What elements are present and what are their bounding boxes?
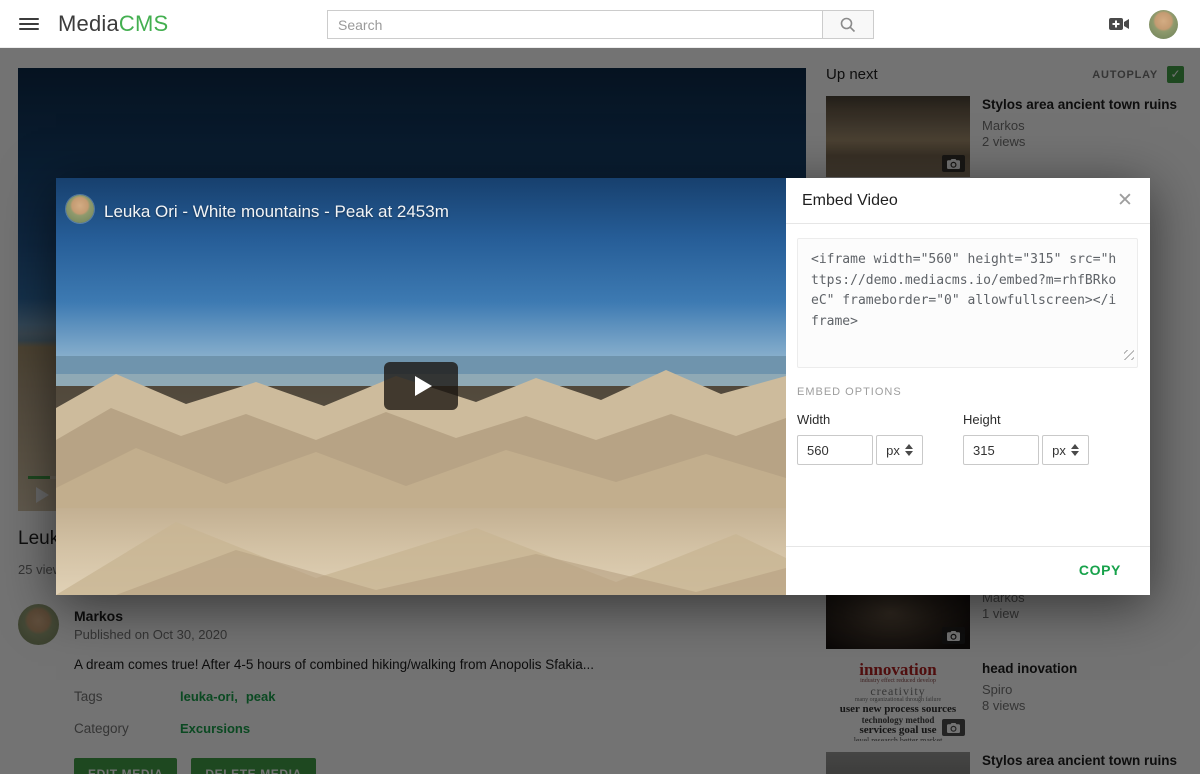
top-navbar: MediaCMS <box>0 0 1200 48</box>
width-input[interactable] <box>797 435 873 465</box>
width-unit-value: px <box>886 443 900 458</box>
modal-body: <iframe width="560" height="315" src="ht… <box>786 224 1150 465</box>
preview-video-title: Leuka Ori - White mountains - Peak at 24… <box>104 202 449 222</box>
logo[interactable]: MediaCMS <box>58 11 168 37</box>
logo-cms: CMS <box>119 11 169 36</box>
menu-icon[interactable] <box>19 15 39 33</box>
embed-video-preview[interactable]: Leuka Ori - White mountains - Peak at 24… <box>56 178 786 595</box>
width-field: Width px <box>797 400 952 465</box>
logo-media: Media <box>58 11 119 36</box>
play-icon <box>415 376 432 396</box>
height-unit-select[interactable]: px <box>1042 435 1089 465</box>
embed-code-textarea[interactable]: <iframe width="560" height="315" src="ht… <box>797 238 1138 368</box>
close-icon[interactable]: ✕ <box>1113 189 1137 213</box>
preview-uploader-avatar <box>66 195 94 223</box>
height-field: Height px <box>963 400 1118 465</box>
modal-title: Embed Video <box>802 192 898 210</box>
user-avatar[interactable] <box>1149 10 1178 39</box>
height-input[interactable] <box>963 435 1039 465</box>
search-bar <box>327 10 874 39</box>
width-unit-select[interactable]: px <box>876 435 923 465</box>
embed-video-modal: Embed Video ✕ <iframe width="560" height… <box>786 178 1150 595</box>
height-unit-value: px <box>1052 443 1066 458</box>
search-icon <box>839 16 857 34</box>
spinner-arrows-icon <box>905 444 913 456</box>
copy-button[interactable]: COPY <box>1079 562 1121 578</box>
search-button[interactable] <box>822 10 874 39</box>
spinner-arrows-icon <box>1071 444 1079 456</box>
embed-options-label: EMBED OPTIONS <box>797 386 1138 398</box>
search-input[interactable] <box>327 10 822 39</box>
add-media-icon[interactable] <box>1108 14 1130 34</box>
embed-options-fields: Width px Height px <box>797 400 1138 465</box>
embed-popup: Leuka Ori - White mountains - Peak at 24… <box>56 178 1150 595</box>
height-label: Height <box>963 412 1118 427</box>
modal-header: Embed Video ✕ <box>786 178 1150 224</box>
preview-play-button[interactable] <box>384 362 458 410</box>
modal-footer: COPY <box>786 546 1150 595</box>
textarea-resize-handle-icon[interactable] <box>1124 350 1134 360</box>
width-label: Width <box>797 412 952 427</box>
